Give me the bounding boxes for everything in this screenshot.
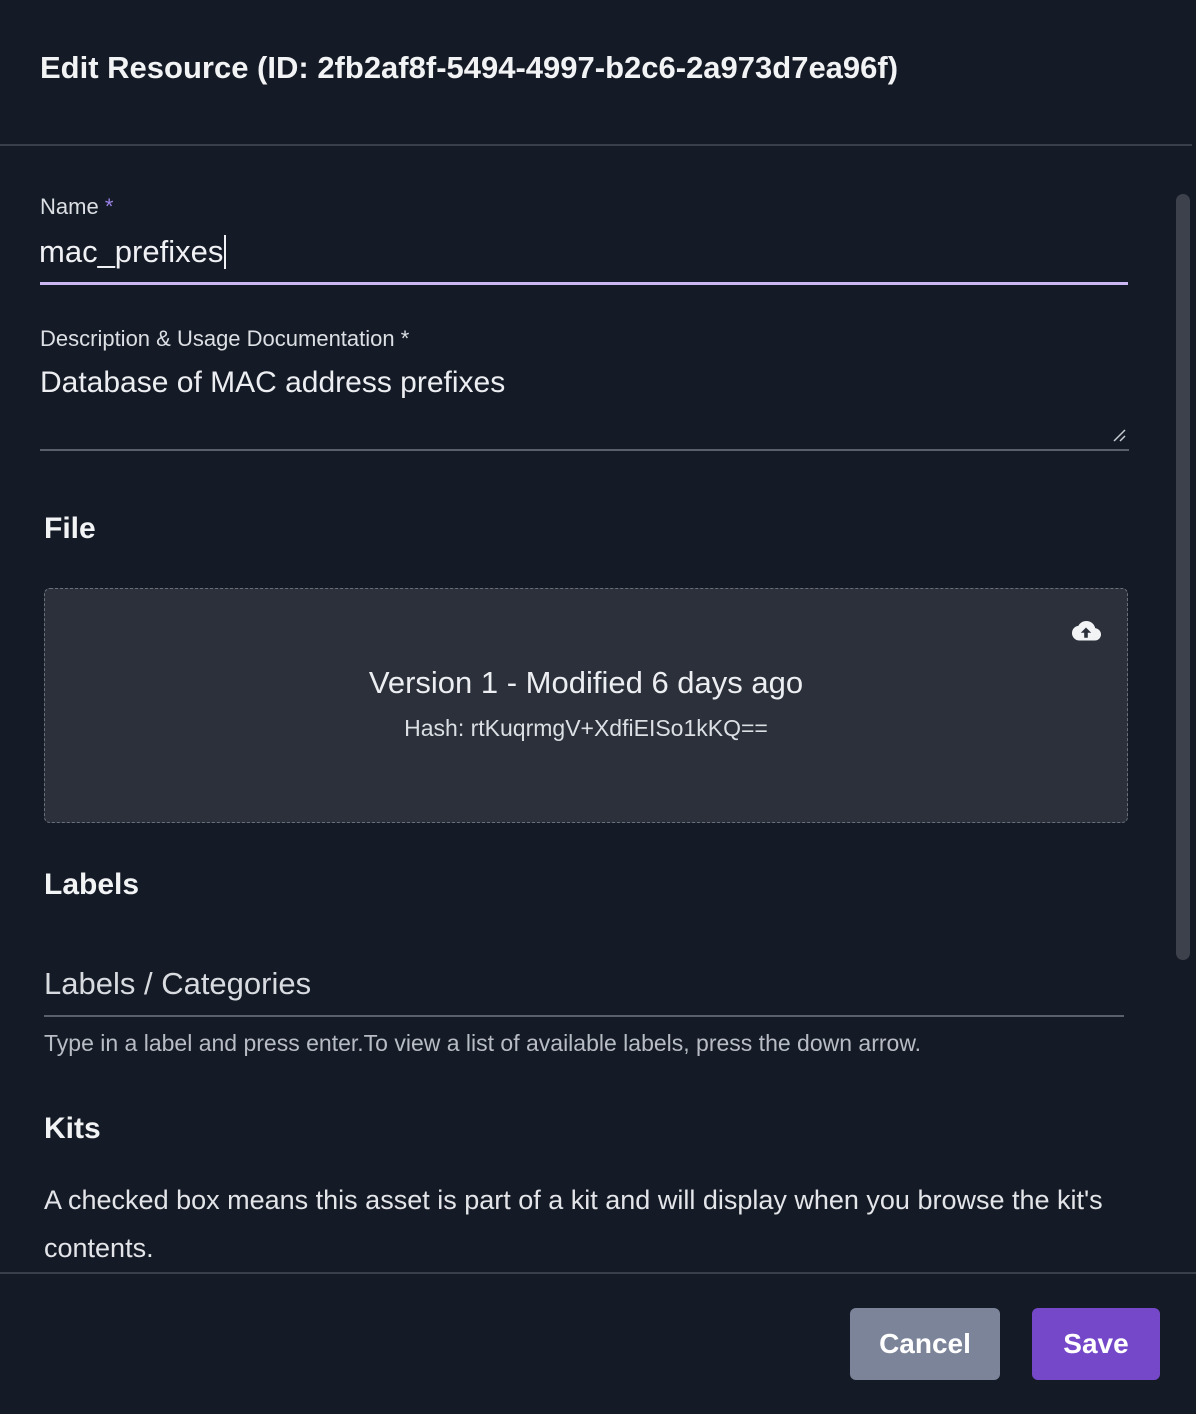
dialog-title: Edit Resource (ID: 2fb2af8f-5494-4997-b2… [40,50,899,85]
name-field-label: Name * [40,194,113,220]
file-dropzone[interactable]: Version 1 - Modified 6 days ago Hash: rt… [44,588,1128,823]
name-required-mark: * [104,194,114,219]
labels-input-underline [44,1015,1124,1017]
scrollbar-thumb[interactable] [1176,194,1190,960]
text-caret [224,235,227,269]
file-hash-text: Hash: rtKuqrmgV+XdfiEISo1kKQ== [404,715,768,741]
file-section-title: File [44,512,96,545]
edit-resource-dialog: Edit Resource (ID: 2fb2af8f-5494-4997-b2… [0,0,1196,1414]
description-field-label: Description & Usage Documentation * [40,326,410,351]
dialog-body[interactable]: Name * mac_prefixes Description & Usage … [0,146,1176,1272]
description-underline [40,449,1129,451]
dialog-footer: Cancel Save [0,1272,1196,1414]
name-input[interactable]: mac_prefixes [39,234,227,270]
labels-section-title: Labels [44,868,140,901]
name-input-value: mac_prefixes [39,234,224,269]
description-textarea[interactable]: Database of MAC address prefixes [40,366,505,400]
file-version-text: Version 1 - Modified 6 days ago [368,665,804,700]
kits-section-title: Kits [44,1112,101,1145]
labels-helper-text: Type in a label and press enter.To view … [44,1030,922,1056]
labels-input[interactable]: Labels / Categories [44,966,311,1002]
name-input-underline [40,282,1128,285]
kits-description: A checked box means this asset is part o… [44,1185,1103,1263]
cancel-button[interactable]: Cancel [850,1308,1000,1380]
dialog-header: Edit Resource (ID: 2fb2af8f-5494-4997-b2… [0,0,1192,146]
save-button[interactable]: Save [1032,1308,1160,1380]
name-label-text: Name [40,194,99,219]
resize-handle-icon[interactable] [1112,428,1126,442]
cloud-upload-icon[interactable] [1071,619,1101,643]
